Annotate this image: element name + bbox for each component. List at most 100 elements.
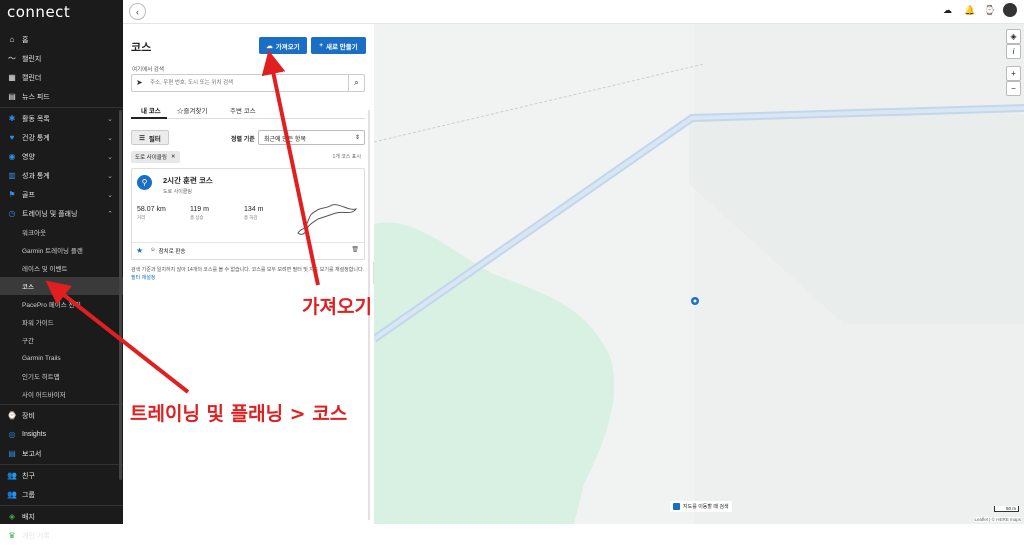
sidebar-item-training[interactable]: ◷ 트레이닝 및 플래닝 ⌃	[0, 204, 123, 223]
search-button[interactable]: ⌕	[348, 75, 364, 91]
sidebar-sub-courses[interactable]: 코스	[0, 277, 123, 295]
performance-icon: ▥	[8, 171, 16, 180]
garmin-connect-logo[interactable]: connect	[0, 0, 123, 24]
sidebar-item-devices[interactable]: ⌚ 장비	[0, 406, 123, 425]
sidebar-item-home[interactable]: ⌂ 홈	[0, 30, 123, 49]
info-button[interactable]: i	[1006, 44, 1021, 59]
sidebar-item-nutrition[interactable]: ◉ 영양 ⌄	[0, 147, 123, 166]
search-input[interactable]	[150, 77, 344, 89]
golf-icon: ⚑	[8, 190, 16, 199]
sort-label: 정렬 기준	[231, 137, 255, 143]
sidebar-item-challenges[interactable]: 〜 챌린지	[0, 49, 123, 68]
sidebar-scrollbar[interactable]	[119, 110, 122, 480]
trash-icon[interactable]: 🗑	[351, 246, 359, 253]
info-icon: i	[1012, 47, 1015, 56]
map-scale: 50 m	[994, 506, 1019, 512]
sidebar-item-insights[interactable]: ◎ Insights	[0, 425, 123, 444]
sidebar-item-news-feed[interactable]: ▤ 뉴스 피드	[0, 87, 123, 106]
sidebar: connect ⌂ 홈 〜 챌린지 ▦ 캘린더 ▤ 뉴스 피드 ✱ 활동 목록 ⌄ ♥ 건강 …	[0, 0, 123, 540]
import-button[interactable]: ☁ 가져오기	[259, 37, 307, 54]
course-card[interactable]: ⚲ 2시간 훈련 코스 도로 사이클링 58.07 km 거리 119 m총 상승…	[131, 168, 365, 260]
cloud-upload-icon: ☁	[266, 42, 273, 50]
activity-icon: ✱	[8, 114, 16, 123]
close-icon[interactable]: ✕	[171, 154, 176, 160]
chevron-down-icon: ⌄	[107, 134, 113, 142]
sidebar-sub-pacepro[interactable]: PacePro 페이스 전략	[0, 295, 123, 313]
filter-note: 검색 기준과 일치하지 않아 14개의 코스를 볼 수 없습니다. 코스를 모두…	[131, 267, 364, 281]
map[interactable]: ◈ i + − 지도를 이동할 때 검색 50 m Leaflet | © HE…	[374, 24, 1024, 524]
sidebar-sub-power-guide[interactable]: 파워 가이드	[0, 313, 123, 331]
search-icon: ⌕	[354, 78, 359, 87]
sidebar-item-badges[interactable]: ◈ 배지	[0, 507, 123, 526]
result-count: 1개 코스 표시	[332, 154, 361, 160]
plus-icon: +	[319, 42, 324, 49]
news-icon: ▤	[8, 92, 16, 101]
sidebar-item-personal-records[interactable]: ♛ 개인 기록	[0, 526, 123, 545]
zoom-out-button[interactable]: −	[1006, 81, 1021, 96]
back-button[interactable]: ‹	[129, 3, 146, 20]
checkbox-checked-icon[interactable]	[673, 503, 680, 510]
stat-ascent: 119 m총 상승	[190, 206, 209, 220]
tab-my-courses[interactable]: 내 코스	[141, 105, 161, 115]
sidebar-item-performance[interactable]: ▥ 성과 통계 ⌄	[0, 166, 123, 185]
new-course-button[interactable]: + 새로 만들기	[311, 37, 366, 54]
people-icon: ☺	[150, 247, 156, 253]
page-title: 코스	[131, 42, 152, 54]
calendar-icon: ▦	[8, 73, 16, 82]
sidebar-item-golf[interactable]: ⚑ 골프 ⌄	[0, 185, 123, 204]
course-name[interactable]: 2시간 훈련 코스	[163, 175, 213, 186]
friends-icon: 👥	[7, 471, 17, 480]
sidebar-sub-heatmap[interactable]: 인기도 히트맵	[0, 367, 123, 385]
insights-icon: ◎	[8, 430, 16, 439]
filter-icon: ☰	[139, 134, 145, 142]
nutrition-icon: ◉	[8, 152, 16, 161]
sidebar-item-reports[interactable]: ▤ 보고서	[0, 444, 123, 463]
plus-icon: +	[1011, 69, 1016, 78]
import-callout: 가져오기	[302, 296, 372, 318]
tab-nearby-courses[interactable]: 주변 코스	[230, 105, 256, 115]
challenge-icon: 〜	[8, 54, 16, 63]
sidebar-item-friends[interactable]: 👥 친구	[0, 466, 123, 485]
search-on-move-toggle[interactable]: 지도를 이동할 때 검색	[670, 501, 732, 512]
top-bar: ‹ ☁ 🔔 ⌚	[123, 0, 1024, 24]
chevron-down-icon: ⌄	[107, 172, 113, 180]
layers-button[interactable]: ◈	[1006, 29, 1021, 44]
filter-chip[interactable]: 도로 사이클링 ✕	[131, 151, 180, 163]
tab-favorites[interactable]: ☆즐겨찾기	[177, 105, 207, 115]
location-arrow-icon[interactable]: ➤	[136, 78, 143, 87]
sidebar-item-groups[interactable]: 👥 그룹	[0, 485, 123, 504]
reset-filter-link[interactable]: 필터 재설정	[131, 275, 155, 281]
sidebar-divider	[0, 505, 123, 506]
home-icon: ⌂	[9, 35, 15, 44]
chevron-updown-icon: ⇕	[354, 135, 360, 141]
map-tiles	[374, 24, 1024, 524]
sidebar-sub-garmin-trails[interactable]: Garmin Trails	[0, 349, 123, 367]
layers-icon: ◈	[1010, 32, 1017, 41]
sidebar-sub-size-advisor[interactable]: 사이 어드바이저	[0, 385, 123, 403]
watch-icon[interactable]: ⌚	[984, 5, 995, 16]
map-attribution[interactable]: Leaflet | © HERE maps	[974, 517, 1021, 522]
sidebar-item-calendar[interactable]: ▦ 캘린더	[0, 68, 123, 87]
zoom-in-button[interactable]: +	[1006, 66, 1021, 81]
avatar[interactable]	[1003, 3, 1017, 17]
report-icon: ▤	[8, 449, 16, 458]
chevron-down-icon: ⌄	[107, 191, 113, 199]
star-icon[interactable]: ★	[136, 246, 143, 255]
sidebar-item-health-stats[interactable]: ♥ 건강 통계 ⌄	[0, 128, 123, 147]
records-icon: ♛	[8, 531, 16, 540]
sort-select[interactable]: 최근에 만든 항목 ⇕	[258, 130, 365, 145]
upload-icon[interactable]: ☁	[943, 5, 952, 16]
course-card-footer: ★ ☺ 참치로 판송 🗑	[132, 242, 364, 259]
sidebar-sub-segments[interactable]: 구간	[0, 331, 123, 349]
search-label: 여기에서 검색	[132, 67, 164, 73]
sidebar-item-activities[interactable]: ✱ 활동 목록 ⌄	[0, 109, 123, 128]
privacy-setting[interactable]: ☺ 참치로 판송	[150, 247, 185, 255]
groups-icon: 👥	[7, 490, 17, 499]
sidebar-sub-workouts[interactable]: 워크아웃	[0, 223, 123, 241]
filter-button[interactable]: ☰ 필터	[131, 130, 169, 145]
bell-icon[interactable]: 🔔	[964, 5, 975, 16]
sidebar-divider	[0, 464, 123, 465]
sidebar-sub-races-events[interactable]: 레이스 및 이벤트	[0, 259, 123, 277]
course-route-thumbnail	[297, 204, 358, 235]
sidebar-sub-training-plans[interactable]: Garmin 트레이닝 플랜	[0, 241, 123, 259]
